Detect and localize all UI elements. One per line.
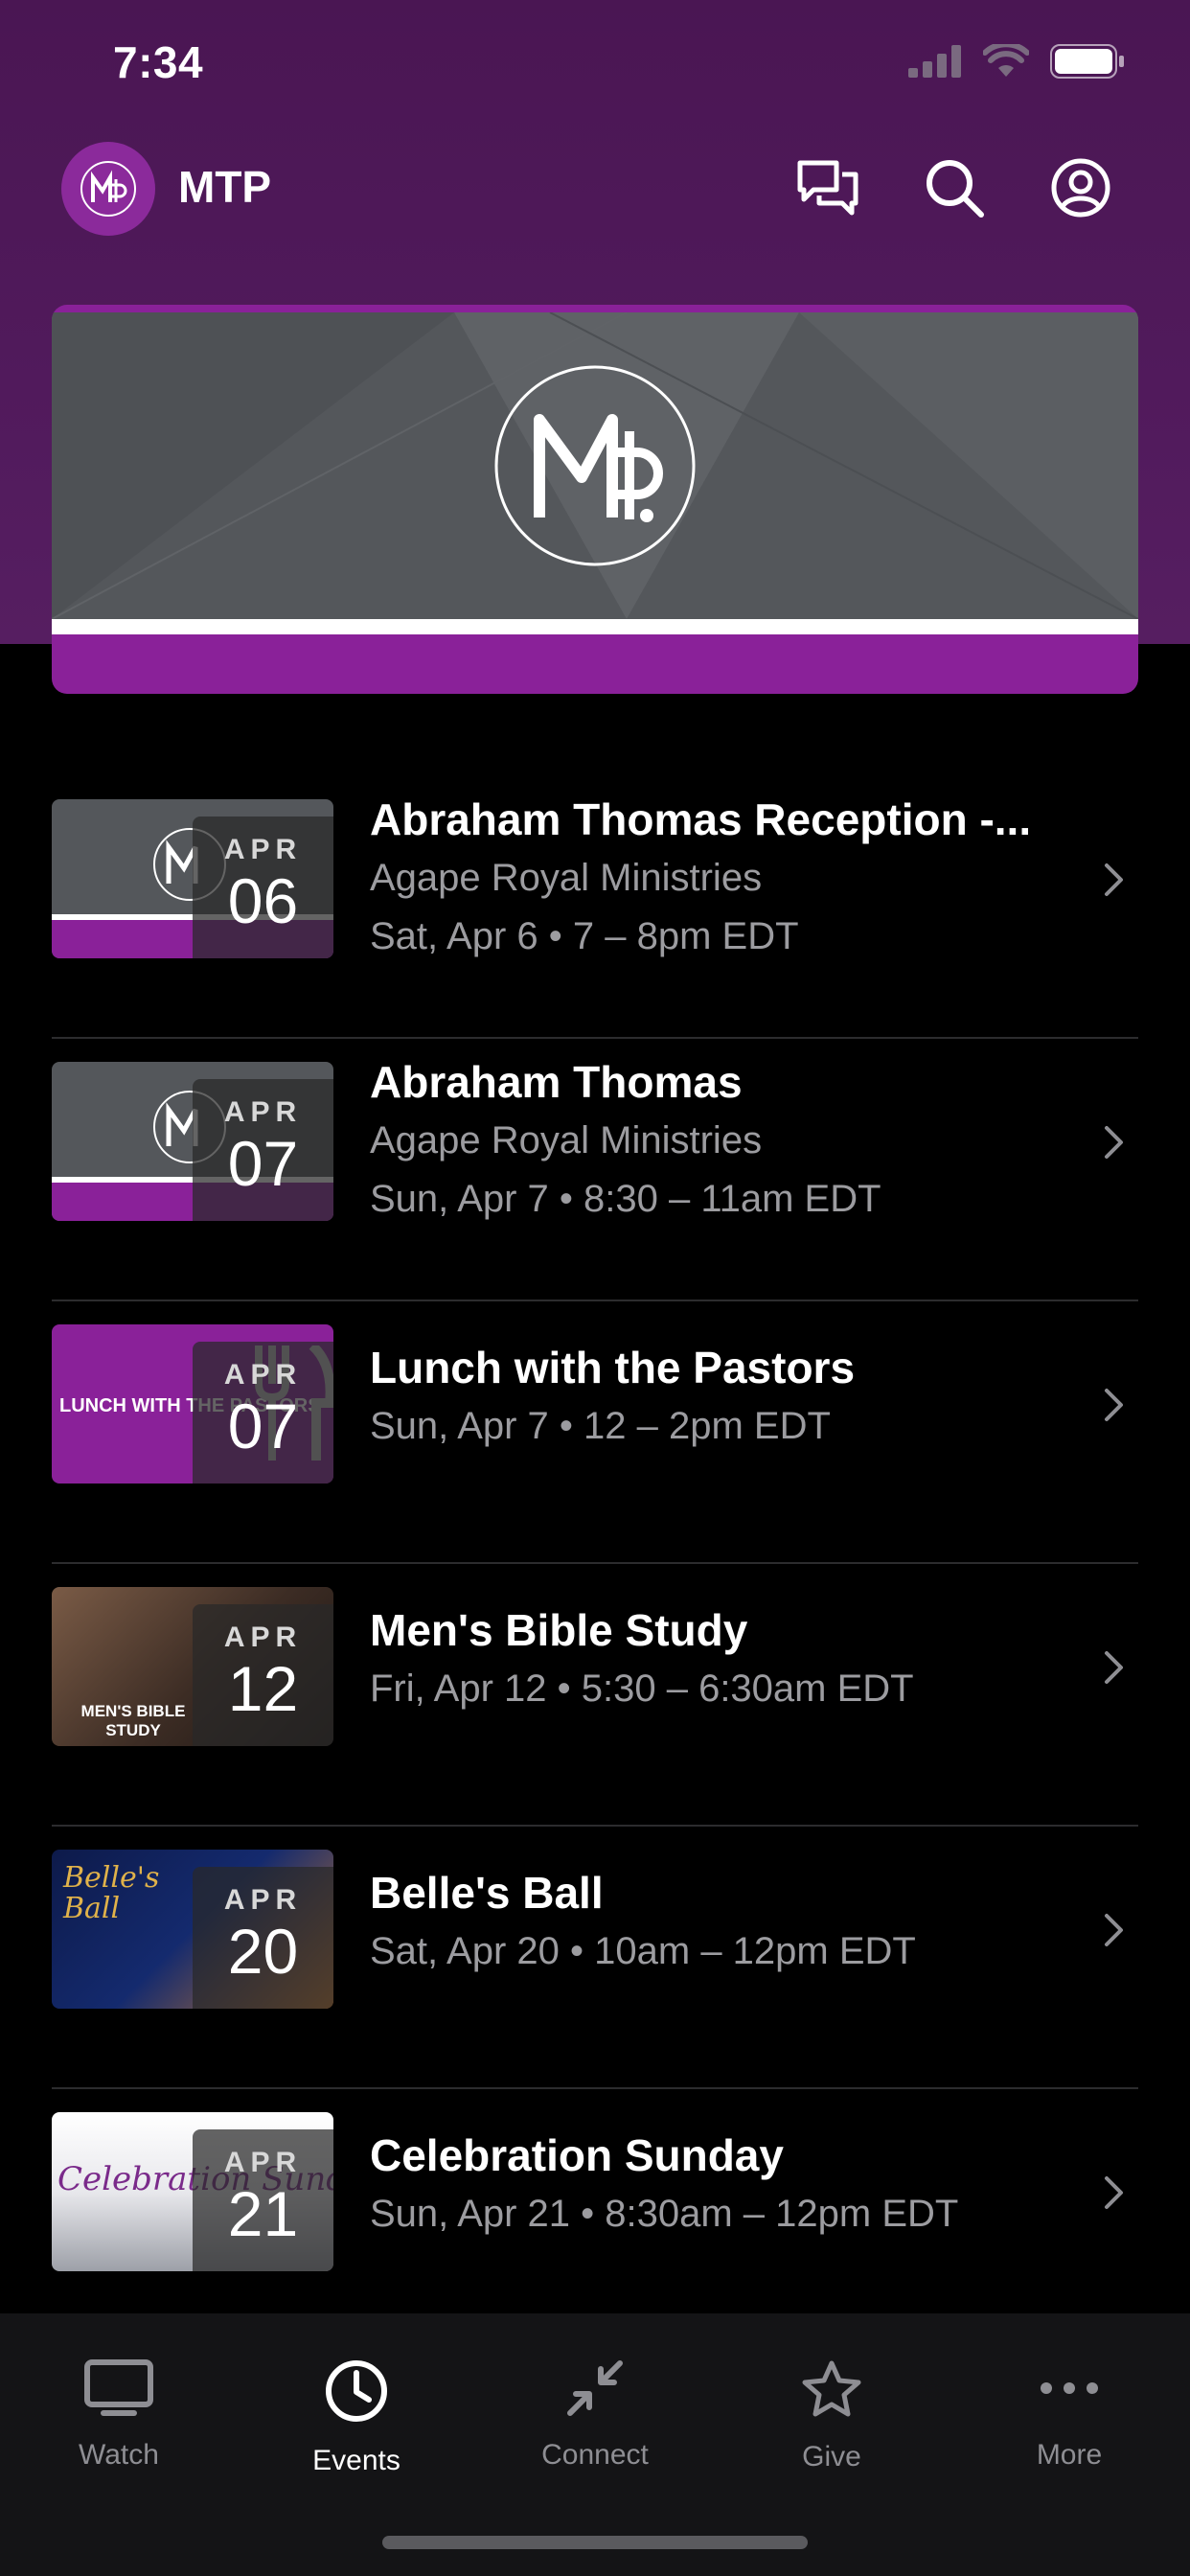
search-button[interactable]	[920, 153, 989, 222]
event-time: Sat, Apr 20 • 10am – 12pm EDT	[370, 1930, 916, 1972]
messages-button[interactable]	[793, 153, 862, 222]
star-icon	[802, 2360, 861, 2417]
event-row[interactable]: LUNCH WITH THE PASTORS APR 07 Lunch with…	[52, 1301, 1138, 1564]
chat-bubbles-icon	[797, 160, 858, 216]
event-thumbnail: LUNCH WITH THE PASTORS APR 07	[52, 1324, 333, 1484]
event-time: Sun, Apr 7 • 8:30 – 11am EDT	[370, 1178, 881, 1220]
profile-button[interactable]	[1046, 153, 1115, 222]
event-organizer: Agape Royal Ministries	[370, 857, 763, 899]
event-time: Sun, Apr 21 • 8:30am – 12pm EDT	[370, 2193, 959, 2235]
event-date-badge: APR 21	[193, 2129, 333, 2271]
event-day: 12	[227, 1653, 299, 1724]
mtp-logo-icon	[80, 161, 136, 217]
event-title: Abraham Thomas	[370, 1057, 743, 1107]
event-thumbnail: APR 06	[52, 799, 333, 958]
wifi-icon	[983, 44, 1029, 77]
tab-label: More	[1036, 2439, 1103, 2471]
event-row[interactable]: Celebration Sunday APR 21 Celebration Su…	[52, 2089, 1138, 2352]
event-month: APR	[223, 1884, 303, 1916]
tab-connect[interactable]: Connect	[499, 2359, 691, 2472]
event-thumbnail: Celebration Sunday APR 21	[52, 2112, 333, 2271]
thumbnail-text: MEN'S BIBLE STUDY	[80, 1702, 186, 1739]
chevron-right-icon	[1105, 2176, 1123, 2209]
chevron-right-icon	[1105, 863, 1123, 896]
chevron-right-icon	[1105, 1914, 1123, 1946]
event-day: 20	[227, 1916, 299, 1987]
event-title: Belle's Ball	[370, 1868, 604, 1918]
ellipsis-icon	[1041, 2382, 1098, 2394]
battery-icon	[1050, 44, 1124, 79]
status-icons	[908, 44, 1125, 79]
church-logo-icon	[494, 365, 696, 566]
event-thumbnail: Belle's Ball APR 20	[52, 1850, 333, 2009]
banner-image	[52, 312, 1138, 619]
tab-events[interactable]: Events	[261, 2359, 452, 2477]
app-logo[interactable]	[61, 142, 155, 236]
event-row[interactable]: Belle's Ball APR 20 Belle's Ball Sat, Ap…	[52, 1827, 1138, 2089]
event-day: 07	[227, 1391, 299, 1461]
tab-label: Give	[802, 2441, 861, 2472]
event-title: Abraham Thomas Reception -...	[370, 794, 1032, 844]
event-date-badge: APR 07	[193, 1342, 333, 1484]
tv-icon	[84, 2359, 153, 2416]
event-time: Sat, Apr 6 • 7 – 8pm EDT	[370, 915, 799, 957]
event-day: 21	[227, 2178, 299, 2249]
app-name: MTP	[178, 162, 272, 212]
cellular-signal-icon	[908, 45, 961, 78]
event-time: Sun, Apr 7 • 12 – 2pm EDT	[370, 1405, 831, 1447]
clock-icon	[326, 2360, 387, 2422]
tab-label: Watch	[79, 2439, 159, 2471]
event-title: Men's Bible Study	[370, 1605, 748, 1655]
event-month: APR	[223, 2147, 303, 2178]
chevron-right-icon	[1105, 1651, 1123, 1684]
status-time: 7:34	[113, 37, 204, 87]
event-row[interactable]: MEN'S BIBLE STUDY APR 12 Men's Bible Stu…	[52, 1564, 1138, 1827]
event-row[interactable]: APR 06 Abraham Thomas Reception -... Aga…	[52, 776, 1138, 1039]
event-organizer: Agape Royal Ministries	[370, 1119, 763, 1162]
featured-banner[interactable]	[52, 305, 1138, 694]
event-date-badge: APR 06	[193, 816, 333, 958]
event-title: Lunch with the Pastors	[370, 1343, 856, 1392]
event-thumbnail: APR 07	[52, 1062, 333, 1221]
event-day: 06	[227, 865, 299, 936]
event-month: APR	[223, 1096, 303, 1128]
chevron-right-icon	[1105, 1389, 1123, 1421]
event-day: 07	[227, 1128, 299, 1199]
event-month: APR	[223, 834, 303, 865]
tab-give[interactable]: Give	[736, 2359, 927, 2473]
tab-more[interactable]: More	[973, 2359, 1165, 2472]
chevron-right-icon	[1105, 1126, 1123, 1159]
home-indicator[interactable]	[382, 2536, 808, 2549]
user-circle-icon	[1051, 158, 1110, 218]
thumbnail-text: Belle's Ball	[63, 1861, 160, 1925]
banner-stripe	[52, 619, 1138, 634]
event-month: APR	[223, 1359, 303, 1391]
event-date-badge: APR 07	[193, 1079, 333, 1221]
event-list: APR 06 Abraham Thomas Reception -... Aga…	[52, 776, 1138, 2352]
event-date-badge: APR 20	[193, 1867, 333, 2009]
event-time: Fri, Apr 12 • 5:30 – 6:30am EDT	[370, 1668, 914, 1710]
event-month: APR	[223, 1622, 303, 1653]
event-row[interactable]: APR 07 Abraham Thomas Agape Royal Minist…	[52, 1039, 1138, 1301]
search-icon	[927, 160, 984, 218]
tab-watch[interactable]: Watch	[23, 2359, 215, 2472]
event-title: Celebration Sunday	[370, 2130, 784, 2180]
event-thumbnail: MEN'S BIBLE STUDY APR 12	[52, 1587, 333, 1746]
tab-label: Events	[312, 2445, 400, 2476]
tab-label: Connect	[541, 2439, 649, 2471]
event-date-badge: APR 12	[193, 1604, 333, 1746]
connect-arrows-icon	[567, 2360, 623, 2416]
